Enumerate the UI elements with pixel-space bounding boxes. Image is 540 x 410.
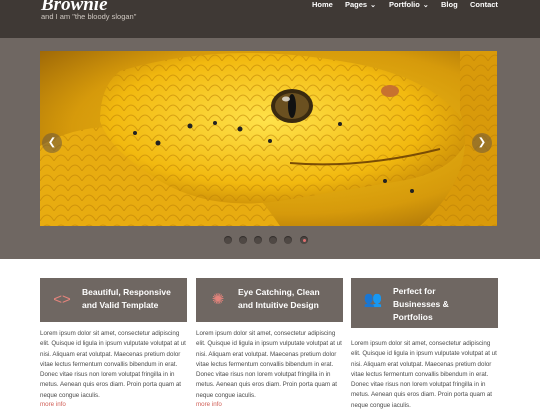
- hero-section: ❮ ❯: [0, 38, 540, 259]
- users-icon: 👥: [363, 291, 383, 308]
- snake-photo: [40, 51, 497, 226]
- site-header: Brownie and I am "the bloody slogan" Hom…: [0, 0, 540, 38]
- chevron-right-icon: ❯: [477, 137, 487, 148]
- feature-header: <> Beautiful, Responsive and Valid Templ…: [40, 278, 187, 322]
- feature-title-line: Beautiful, Responsive: [82, 287, 171, 297]
- nav-item-label: Home: [312, 0, 333, 9]
- nav-item-label: Contact: [470, 0, 498, 9]
- slider-dot[interactable]: [284, 236, 292, 244]
- nav-item-label: Portfolio: [389, 0, 420, 9]
- feature-design: ✺ Eye Catching, Clean and Intuitive Desi…: [196, 278, 343, 408]
- code-icon: <>: [53, 291, 71, 308]
- feature-business: 👥 Perfect for Businesses & Portfolios Lo…: [351, 278, 498, 410]
- more-info-link[interactable]: more info: [40, 401, 187, 408]
- slider-dot[interactable]: [224, 236, 232, 244]
- feature-title: Eye Catching, Clean and Intuitive Design: [238, 286, 338, 312]
- slider-dot[interactable]: [269, 236, 277, 244]
- nav-item-label: Blog: [441, 0, 458, 9]
- chevron-down-icon: ⌄: [370, 2, 376, 9]
- feature-text: Lorem ipsum dolor sit amet, consectetur …: [196, 330, 342, 399]
- more-info-link[interactable]: more info: [196, 401, 343, 408]
- feature-title-line: Perfect for: [393, 286, 436, 296]
- site-slogan: and I am "the bloody slogan": [41, 12, 137, 21]
- chevron-down-icon: ⌄: [422, 2, 429, 9]
- slider-prev-button[interactable]: ❮: [42, 133, 62, 153]
- slider-dot[interactable]: [254, 236, 262, 244]
- gear-icon: ✺: [211, 291, 225, 308]
- feature-title-line: and Valid Template: [82, 300, 159, 310]
- feature-text: Lorem ipsum dolor sit amet, consectetur …: [40, 330, 186, 399]
- nav-item-pages[interactable]: Pages ⌄: [345, 0, 376, 9]
- feature-title-line: Portfolios: [393, 312, 433, 322]
- feature-text: Lorem ipsum dolor sit amet, consectetur …: [351, 340, 497, 409]
- feature-responsive: <> Beautiful, Responsive and Valid Templ…: [40, 278, 187, 408]
- feature-title-line: Eye Catching, Clean: [238, 287, 320, 297]
- chevron-left-icon: ❮: [47, 137, 57, 148]
- nav-item-label: Pages: [345, 0, 368, 9]
- nav-item-contact[interactable]: Contact: [470, 0, 498, 9]
- slider-image: [40, 51, 497, 226]
- feature-header: ✺ Eye Catching, Clean and Intuitive Desi…: [196, 278, 343, 322]
- slider-dot[interactable]: [239, 236, 247, 244]
- feature-header: 👥 Perfect for Businesses & Portfolios: [351, 278, 498, 328]
- feature-title-line: Businesses &: [393, 299, 449, 309]
- nav-item-blog[interactable]: Blog: [441, 0, 458, 9]
- feature-title-line: and Intuitive Design: [238, 300, 319, 310]
- nav-item-home[interactable]: Home: [312, 0, 333, 9]
- slider-dot-active[interactable]: [300, 236, 308, 244]
- feature-title: Perfect for Businesses & Portfolios: [393, 285, 493, 324]
- feature-title: Beautiful, Responsive and Valid Template: [82, 286, 182, 312]
- nav-item-portfolio[interactable]: Portfolio ⌄: [389, 0, 429, 9]
- slider-next-button[interactable]: ❯: [472, 133, 492, 153]
